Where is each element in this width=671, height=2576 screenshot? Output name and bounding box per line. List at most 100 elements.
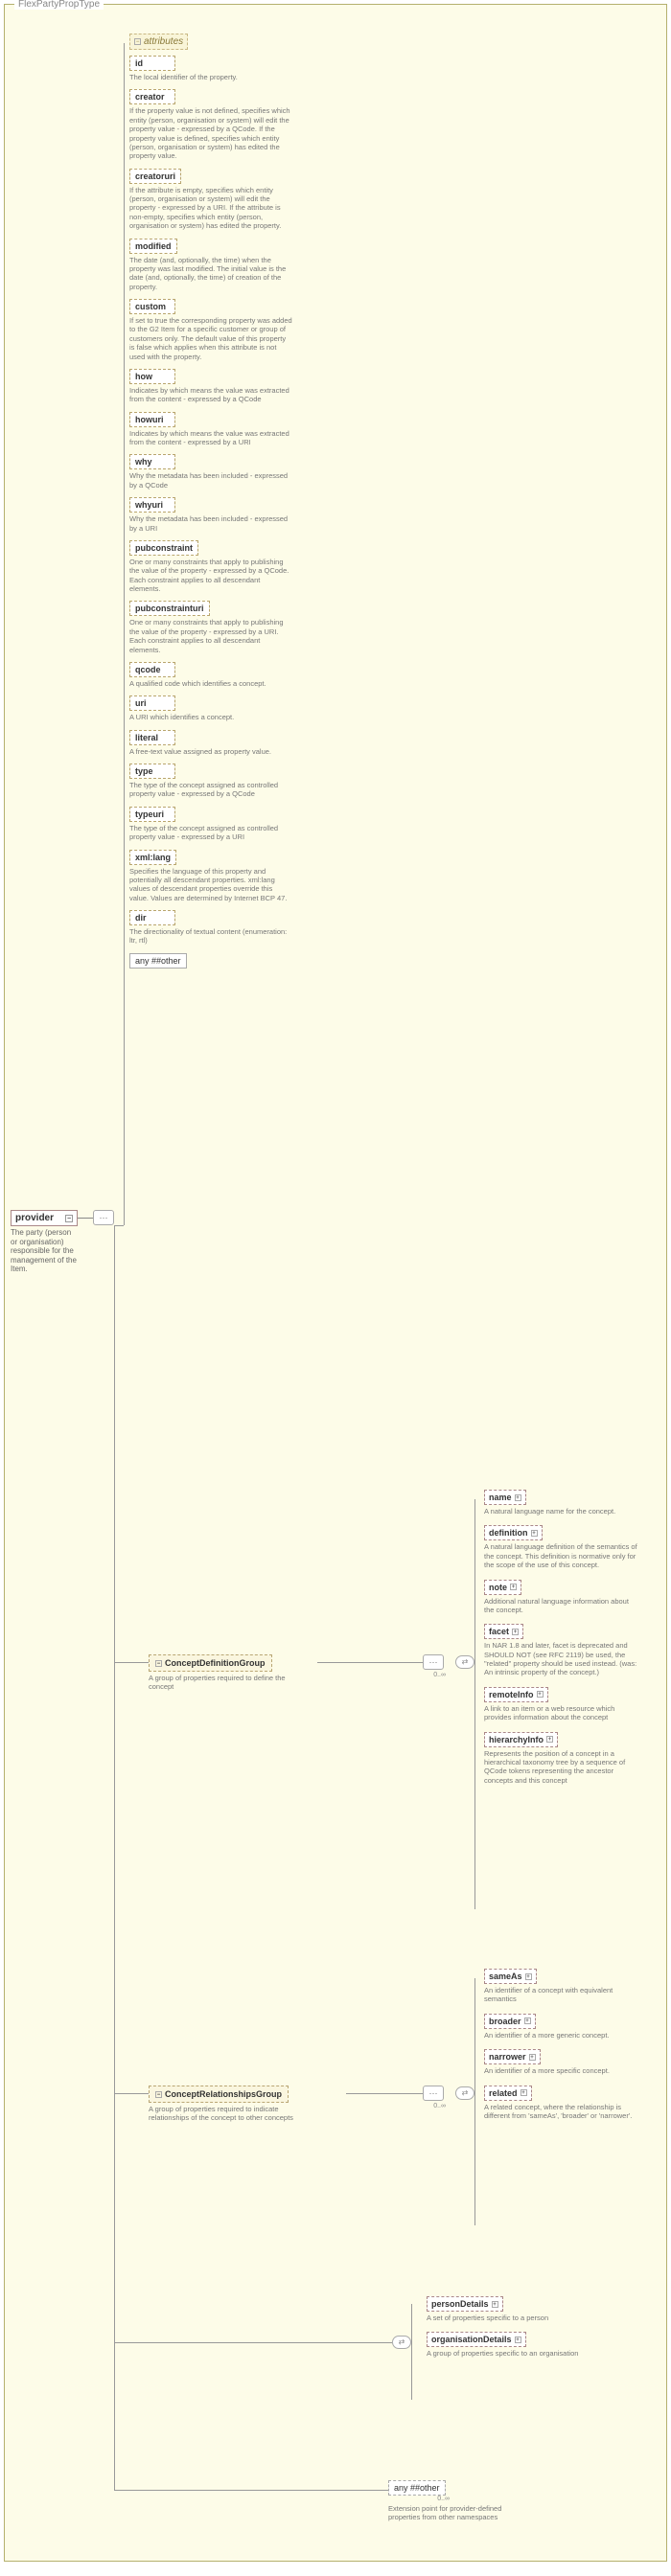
rel-item-narrower: narrower+An identifier of a more specifi… bbox=[484, 2049, 657, 2075]
concept-definition-items: name+ A natural language name for the con… bbox=[484, 1490, 657, 1794]
attribute-dir: dir The directionality of textual content… bbox=[129, 910, 292, 946]
attribute-desc: Specifies the language of this property … bbox=[129, 867, 292, 903]
concept-definition-group-label: ConceptDefinitionGroup bbox=[165, 1658, 266, 1668]
attribute-xmllang: xml:lang Specifies the language of this p… bbox=[129, 850, 292, 903]
def-sequence-icon: ⋯ bbox=[423, 1654, 444, 1670]
attribute-qcode: qcodeA qualified code which identifies a… bbox=[129, 662, 292, 688]
rel-item-broader: broader+An identifier of a more generic … bbox=[484, 2014, 657, 2040]
attributes-header[interactable]: − attributes bbox=[129, 34, 188, 50]
def-node-desc: A link to an item or a web resource whic… bbox=[484, 1704, 637, 1722]
rel-item-sameAs: sameAs+An identifier of a concept with e… bbox=[484, 1969, 657, 2004]
attribute-name[interactable]: creatoruri bbox=[129, 169, 181, 184]
attribute-desc: If set to true the corresponding propert… bbox=[129, 316, 292, 361]
attribute-desc: One or many constraints that apply to pu… bbox=[129, 558, 292, 594]
provider-element: provider − The party (person or organisa… bbox=[11, 1210, 78, 1274]
detail-node-box[interactable]: personDetails+ bbox=[427, 2296, 503, 2312]
bottom-any-box[interactable]: any ##other bbox=[388, 2480, 446, 2496]
def-node-box[interactable]: hierarchyInfo+ bbox=[484, 1732, 558, 1747]
attribute-desc: Indicates by which means the value was e… bbox=[129, 386, 292, 404]
attribute-list: id The local identifier of the property. c… bbox=[129, 56, 321, 946]
attr-vertical-connector bbox=[124, 43, 125, 1225]
any-other-box[interactable]: any ##other bbox=[129, 953, 187, 969]
rel-sequence-icon: ⋯ bbox=[423, 2086, 444, 2101]
attribute-name[interactable]: uri bbox=[129, 695, 175, 711]
rel-choice-icon: ⇄ bbox=[455, 2086, 474, 2100]
attribute-name[interactable]: typeuri bbox=[129, 807, 175, 822]
attribute-name[interactable]: type bbox=[129, 764, 175, 779]
def-node-box[interactable]: name+ bbox=[484, 1490, 526, 1505]
minus-icon: − bbox=[155, 1660, 162, 1667]
rel-node-label: sameAs bbox=[489, 1972, 522, 1981]
rel-node-box[interactable]: broader+ bbox=[484, 2014, 536, 2029]
attribute-desc: Why the metadata has been included - exp… bbox=[129, 514, 292, 533]
concept-definition-group-box[interactable]: − ConceptDefinitionGroup bbox=[149, 1654, 272, 1672]
attribute-desc: Why the metadata has been included - exp… bbox=[129, 471, 292, 490]
attribute-name[interactable]: creator bbox=[129, 89, 175, 104]
flex-party-prop-type-container: FlexPartyPropType provider − The party (… bbox=[4, 4, 667, 2562]
def-node-box[interactable]: definition+ bbox=[484, 1525, 543, 1540]
attribute-desc: If the property value is not defined, sp… bbox=[129, 106, 292, 160]
attribute-name[interactable]: custom bbox=[129, 299, 175, 314]
provider-desc: The party (person or organisation) respo… bbox=[11, 1228, 78, 1274]
attribute-name[interactable]: qcode bbox=[129, 662, 175, 677]
detail-node-desc: A group of properties specific to an org… bbox=[427, 2349, 580, 2358]
attribute-typeuri: typeuri The type of the concept assigned … bbox=[129, 807, 292, 842]
rel-node-label: related bbox=[489, 2088, 518, 2098]
attribute-name[interactable]: pubconstraint bbox=[129, 540, 198, 556]
concept-definition-group-area: − ConceptDefinitionGroup A group of prop… bbox=[149, 1654, 312, 1692]
provider-element-box[interactable]: provider − bbox=[11, 1210, 78, 1226]
def-node-box[interactable]: note+ bbox=[484, 1580, 521, 1595]
attribute-literal: literalA free-text value assigned as pro… bbox=[129, 730, 292, 756]
plus-icon: + bbox=[521, 2089, 527, 2096]
concept-relationships-group-box[interactable]: − ConceptRelationshipsGroup bbox=[149, 2086, 289, 2103]
attribute-name[interactable]: id bbox=[129, 56, 175, 71]
h-conn-def-r bbox=[317, 1662, 423, 1663]
attribute-pubconstraint: pubconstraint One or many constraints tha… bbox=[129, 540, 292, 594]
plus-icon: + bbox=[492, 2301, 498, 2308]
rel-node-box[interactable]: sameAs+ bbox=[484, 1969, 537, 1984]
rel-node-desc: A related concept, where the relationshi… bbox=[484, 2103, 637, 2121]
def-node-desc: A natural language definition of the sem… bbox=[484, 1542, 637, 1569]
def-occ: 0..∞ bbox=[423, 1672, 446, 1678]
attribute-desc: If the attribute is empty, specifies whi… bbox=[129, 186, 292, 231]
attribute-desc: The directionality of textual content (e… bbox=[129, 927, 292, 946]
attribute-name[interactable]: why bbox=[129, 454, 175, 469]
def-node-label: definition bbox=[489, 1528, 528, 1538]
rel-occ: 0..∞ bbox=[423, 2103, 446, 2109]
attribute-desc: Indicates by which means the value was e… bbox=[129, 429, 292, 447]
attribute-desc: The local identifier of the property. bbox=[129, 73, 292, 81]
def-node-box[interactable]: facet+ bbox=[484, 1624, 523, 1639]
bottom-any-occ: 0..∞ bbox=[427, 2496, 450, 2502]
def-node-desc: A natural language name for the concept. bbox=[484, 1507, 637, 1516]
def-item-remoteInfo: remoteInfo+ A link to an item or a web re… bbox=[484, 1687, 657, 1722]
detail-node-box[interactable]: organisationDetails+ bbox=[427, 2332, 526, 2347]
plus-icon: + bbox=[537, 1691, 544, 1698]
attribute-name[interactable]: literal bbox=[129, 730, 175, 745]
attribute-name[interactable]: modified bbox=[129, 239, 177, 254]
attribute-creatoruri: creatoruri If the attribute is empty, spe… bbox=[129, 169, 292, 231]
sequence-icon: ⋯ bbox=[93, 1210, 114, 1225]
details-choice-icon: ⇄ bbox=[392, 2336, 411, 2349]
collapse-icon[interactable]: − bbox=[65, 1215, 73, 1222]
def-node-label: note bbox=[489, 1583, 507, 1592]
rel-vertical-connector bbox=[474, 1978, 475, 2225]
plus-icon: + bbox=[512, 1629, 519, 1635]
attribute-desc: One or many constraints that apply to pu… bbox=[129, 618, 292, 654]
rel-node-box[interactable]: narrower+ bbox=[484, 2049, 541, 2064]
attribute-name[interactable]: whyuri bbox=[129, 497, 175, 513]
rel-node-box[interactable]: related+ bbox=[484, 2086, 532, 2101]
def-item-definition: definition+ A natural language definition… bbox=[484, 1525, 657, 1569]
def-node-desc: Additional natural language information … bbox=[484, 1597, 637, 1615]
detail-item-personDetails: personDetails+A set of properties specif… bbox=[427, 2296, 618, 2322]
attribute-name[interactable]: pubconstrainturi bbox=[129, 601, 210, 616]
attribute-name[interactable]: xml:lang bbox=[129, 850, 176, 865]
attribute-desc: The type of the concept assigned as cont… bbox=[129, 824, 292, 842]
attribute-name[interactable]: howuri bbox=[129, 412, 175, 427]
plus-icon: + bbox=[510, 1584, 517, 1590]
attribute-name[interactable]: how bbox=[129, 369, 175, 384]
def-node-box[interactable]: remoteInfo+ bbox=[484, 1687, 548, 1702]
attribute-why: why Why the metadata has been included - … bbox=[129, 454, 292, 490]
attribute-name[interactable]: dir bbox=[129, 910, 175, 925]
attribute-modified: modifiedThe date (and, optionally, the t… bbox=[129, 239, 292, 292]
detail-node-label: personDetails bbox=[431, 2299, 489, 2309]
